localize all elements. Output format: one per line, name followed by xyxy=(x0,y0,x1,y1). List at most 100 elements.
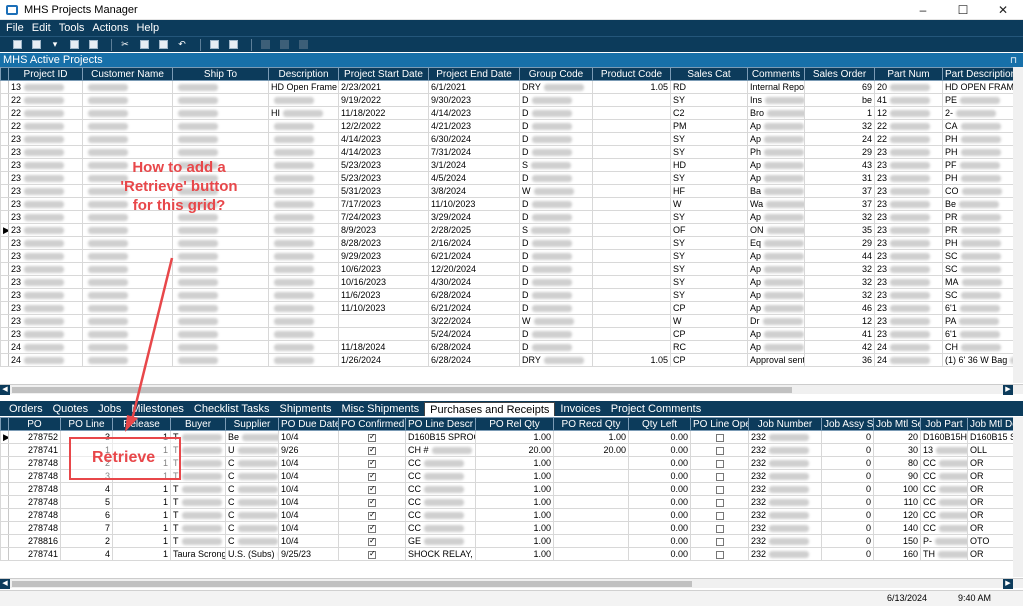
grid-cell[interactable] xyxy=(172,340,269,354)
grid-cell[interactable]: 23 xyxy=(8,158,83,172)
row-selector[interactable] xyxy=(0,469,9,483)
grid-cell[interactable] xyxy=(172,327,269,341)
grid-cell[interactable]: OR xyxy=(967,469,1014,483)
grid-cell[interactable]: 278748 xyxy=(8,482,61,496)
grid-cell[interactable]: Ap xyxy=(747,288,805,302)
grid-cell[interactable]: 90 xyxy=(873,469,921,483)
column-header-release[interactable]: Release xyxy=(112,417,171,431)
checkbox[interactable] xyxy=(715,485,724,494)
pin-icon[interactable]: ⊓ xyxy=(1010,53,1017,67)
grid-cell[interactable]: 0 xyxy=(821,456,874,470)
grid-cell[interactable]: SY xyxy=(670,262,748,276)
column-header-description[interactable]: Description xyxy=(268,67,339,81)
grid-cell[interactable]: 160 xyxy=(873,547,921,561)
grid-cell[interactable]: PH xyxy=(942,236,1014,250)
column-header-po-recd-qty[interactable]: PO Recd Qty xyxy=(553,417,629,431)
grid-cell[interactable]: 23 xyxy=(874,288,943,302)
row-selector[interactable] xyxy=(0,210,9,224)
grid-cell[interactable] xyxy=(268,132,339,146)
column-header-job-mtl-desc[interactable]: Job Mtl Desc xyxy=(967,417,1014,431)
grid-cell[interactable]: 10/4 xyxy=(278,521,339,535)
grid-cell[interactable]: 110 xyxy=(873,495,921,509)
grid-cell[interactable]: Ap xyxy=(747,210,805,224)
row-selector[interactable] xyxy=(0,249,9,263)
grid-cell[interactable]: 13 xyxy=(8,80,83,94)
preview-icon[interactable] xyxy=(226,39,240,51)
grid-cell[interactable]: C xyxy=(225,482,279,496)
grid-cell[interactable]: 7/17/2023 xyxy=(338,197,429,211)
grid-cell[interactable] xyxy=(690,430,749,444)
tab-misc-shipments[interactable]: Misc Shipments xyxy=(337,402,425,416)
grid-cell[interactable] xyxy=(82,249,173,263)
grid-cell[interactable]: 11/10/2023 xyxy=(338,301,429,315)
table-row[interactable]: 22 9/19/2022 9/30/2023 D SY Ins be 41 PE xyxy=(0,93,1014,107)
dropdown-icon[interactable]: ▾ xyxy=(48,39,62,51)
row-selector[interactable] xyxy=(0,93,9,107)
grid-cell[interactable]: 0 xyxy=(821,521,874,535)
grid-cell[interactable] xyxy=(172,80,269,94)
row-selector[interactable] xyxy=(0,482,9,496)
grid-cell[interactable] xyxy=(172,353,269,367)
grid-cell[interactable]: 23 xyxy=(8,210,83,224)
grid-cell[interactable]: 1.00 xyxy=(475,495,554,509)
grid-cell[interactable]: SY xyxy=(670,132,748,146)
grid-cell[interactable]: 6'1 xyxy=(942,327,1014,341)
tab-milestones[interactable]: Milestones xyxy=(126,402,189,416)
grid-cell[interactable]: 23 xyxy=(874,327,943,341)
grid-cell[interactable]: 232 xyxy=(748,443,822,457)
grid-cell[interactable]: 22 xyxy=(8,119,83,133)
grid-cell[interactable]: 23 xyxy=(874,197,943,211)
grid-cell[interactable] xyxy=(553,521,629,535)
row-selector[interactable] xyxy=(0,145,9,159)
grid-cell[interactable]: 3/1/2024 xyxy=(428,158,520,172)
grid-cell[interactable]: 10/4 xyxy=(278,456,339,470)
grid-cell[interactable]: Ap xyxy=(747,340,805,354)
grid-cell[interactable]: D xyxy=(519,327,593,341)
grid-cell[interactable] xyxy=(592,223,671,237)
grid-cell[interactable]: SY xyxy=(670,93,748,107)
grid-cell[interactable]: PH xyxy=(942,132,1014,146)
grid-cell[interactable] xyxy=(268,210,339,224)
grid-cell[interactable]: 7 xyxy=(60,521,113,535)
tab-jobs[interactable]: Jobs xyxy=(93,402,126,416)
column-header-group-code[interactable]: Group Code xyxy=(519,67,593,81)
grid-cell[interactable]: Approval sent 2/1 xyxy=(747,353,805,367)
grid-cell[interactable] xyxy=(172,106,269,120)
grid-cell[interactable]: SC xyxy=(942,288,1014,302)
grid-cell[interactable]: 0.00 xyxy=(628,521,691,535)
grid-cell[interactable]: Eq xyxy=(747,236,805,250)
grid-cell[interactable]: 13 xyxy=(920,443,968,457)
grid-cell[interactable]: 4 xyxy=(60,482,113,496)
scroll-right-icon[interactable]: ▶ xyxy=(1003,385,1013,395)
tab-purchases-and-receipts[interactable]: Purchases and Receipts xyxy=(424,402,556,416)
tab-project-comments[interactable]: Project Comments xyxy=(606,402,706,416)
grid-cell[interactable]: 11/10/2023 xyxy=(428,197,520,211)
grid-cell[interactable]: 4 xyxy=(60,547,113,561)
grid-cell[interactable]: 24 xyxy=(874,353,943,367)
grid-cell[interactable]: 278748 xyxy=(8,469,61,483)
grid-cell[interactable] xyxy=(268,327,339,341)
grid-cell[interactable]: 6/28/2024 xyxy=(428,340,520,354)
grid-cell[interactable]: CC xyxy=(405,482,476,496)
grid-cell[interactable] xyxy=(172,262,269,276)
grid-cell[interactable] xyxy=(82,327,173,341)
scroll-right-icon[interactable]: ▶ xyxy=(1003,579,1013,589)
grid-cell[interactable]: 23 xyxy=(874,275,943,289)
grid-cell[interactable]: 150 xyxy=(873,534,921,548)
grid-cell[interactable]: 232 xyxy=(748,547,822,561)
row-selector[interactable] xyxy=(0,508,9,522)
checkbox[interactable] xyxy=(368,497,376,507)
grid-cell[interactable] xyxy=(82,119,173,133)
grid-cell[interactable]: 4/14/2023 xyxy=(428,106,520,120)
grid-cell[interactable]: 2/28/2025 xyxy=(428,223,520,237)
grid-cell[interactable]: 23 xyxy=(8,132,83,146)
row-selector[interactable] xyxy=(0,443,9,457)
grid-cell[interactable]: RC xyxy=(670,340,748,354)
grid-cell[interactable] xyxy=(553,534,629,548)
row-selector[interactable] xyxy=(0,495,9,509)
table-row[interactable]: 278748 6 1T C 10/4 CC 1.00 0.00 232 0 120 CC OR xyxy=(0,508,1014,522)
grid-cell[interactable]: 6/1/2021 xyxy=(428,80,520,94)
grid-cell[interactable]: 6/30/2024 xyxy=(428,132,520,146)
grid-cell[interactable] xyxy=(82,275,173,289)
grid-cell[interactable]: CC xyxy=(920,508,968,522)
